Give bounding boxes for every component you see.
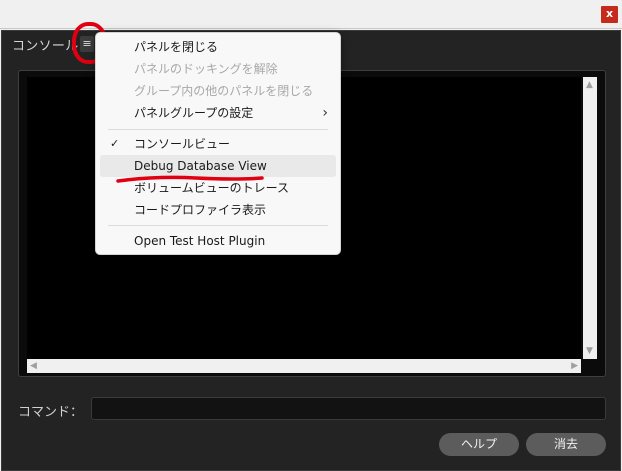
menu-item-close-other-panels: グループ内の他のパネルを閉じる: [100, 80, 336, 102]
horizontal-scrollbar[interactable]: ◀ ▶: [27, 359, 581, 373]
menu-item-label: コードプロファイラ表示: [134, 203, 267, 217]
chevron-right-icon: ›: [322, 105, 328, 121]
menu-item-panel-group-settings[interactable]: パネルグループの設定 ›: [100, 102, 336, 124]
scroll-left-icon[interactable]: ◀: [30, 361, 37, 371]
scroll-right-icon[interactable]: ▶: [571, 361, 578, 371]
menu-item-label: パネルグループの設定: [134, 106, 254, 120]
window-titlebar: x: [0, 0, 622, 29]
command-label: コマンド：: [18, 405, 84, 420]
vertical-scrollbar[interactable]: ▲ ▼: [583, 77, 597, 359]
menu-separator: [108, 129, 328, 130]
panel-title: コンソール: [12, 39, 79, 54]
menu-item-label: パネルのドッキングを解除: [134, 62, 278, 76]
menu-item-label: Open Test Host Plugin: [134, 234, 266, 248]
menu-item-label: パネルを閉じる: [134, 40, 219, 54]
menu-item-label: グループ内の他のパネルを閉じる: [134, 84, 314, 98]
scroll-up-icon[interactable]: ▲: [586, 80, 593, 90]
menu-item-code-profiler[interactable]: コードプロファイラ表示: [100, 199, 336, 221]
scroll-down-icon[interactable]: ▼: [586, 346, 593, 356]
menu-item-close-panel[interactable]: パネルを閉じる: [100, 36, 336, 58]
check-icon: ✓: [110, 137, 120, 150]
window-close-button[interactable]: x: [601, 6, 618, 23]
command-input[interactable]: [91, 397, 606, 420]
panel-menu-button[interactable]: ≡: [80, 36, 94, 52]
menu-item-label: コンソールビュー: [134, 137, 231, 151]
menu-item-label: ボリュームビューのトレース: [134, 181, 290, 195]
menu-item-volume-view-trace[interactable]: ボリュームビューのトレース: [100, 177, 336, 199]
menu-separator: [108, 225, 328, 226]
menu-item-debug-database-view[interactable]: Debug Database View: [100, 155, 336, 177]
menu-item-label: Debug Database View: [134, 159, 267, 173]
menu-item-undock-panel: パネルのドッキングを解除: [100, 58, 336, 80]
clear-button[interactable]: 消去: [526, 433, 606, 456]
menu-item-open-test-host-plugin[interactable]: Open Test Host Plugin: [100, 230, 336, 252]
panel-context-menu: パネルを閉じる パネルのドッキングを解除 グループ内の他のパネルを閉じる パネル…: [95, 32, 341, 255]
help-button[interactable]: ヘルプ: [439, 433, 519, 456]
menu-item-console-view[interactable]: ✓ コンソールビュー: [100, 133, 336, 155]
